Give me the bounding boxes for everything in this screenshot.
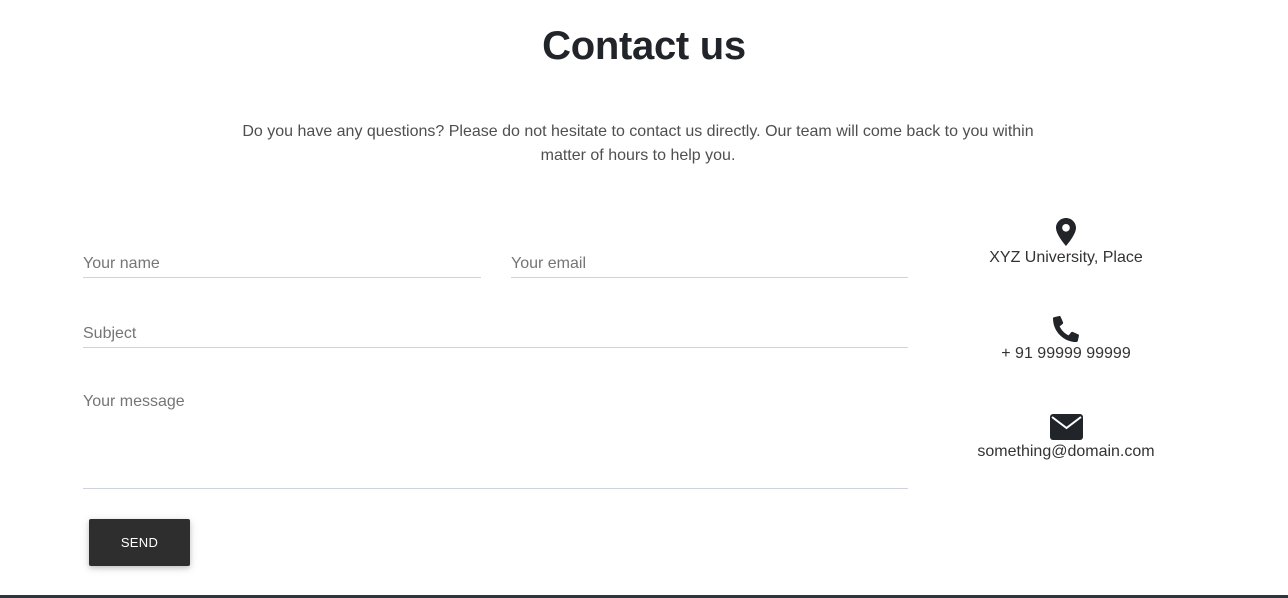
phone-icon [1053, 316, 1079, 342]
subject-input[interactable] [83, 320, 908, 348]
phone-label: + 91 99999 99999 [1001, 345, 1131, 362]
contact-phone: + 91 99999 99999 [946, 316, 1186, 363]
contact-address: XYZ University, Place [946, 218, 1186, 267]
contact-email: something@domain.com [946, 414, 1186, 461]
address-label: XYZ University, Place [989, 249, 1143, 266]
message-textarea[interactable] [83, 392, 908, 489]
send-button[interactable]: SEND [89, 519, 190, 566]
page-title: Contact us [542, 24, 746, 68]
email-input[interactable] [511, 250, 908, 278]
envelope-icon [1049, 414, 1083, 440]
email-label: something@domain.com [977, 443, 1155, 460]
map-marker-icon [1056, 218, 1076, 246]
intro-text: Do you have any questions? Please do not… [242, 123, 1034, 164]
name-input[interactable] [83, 250, 481, 278]
